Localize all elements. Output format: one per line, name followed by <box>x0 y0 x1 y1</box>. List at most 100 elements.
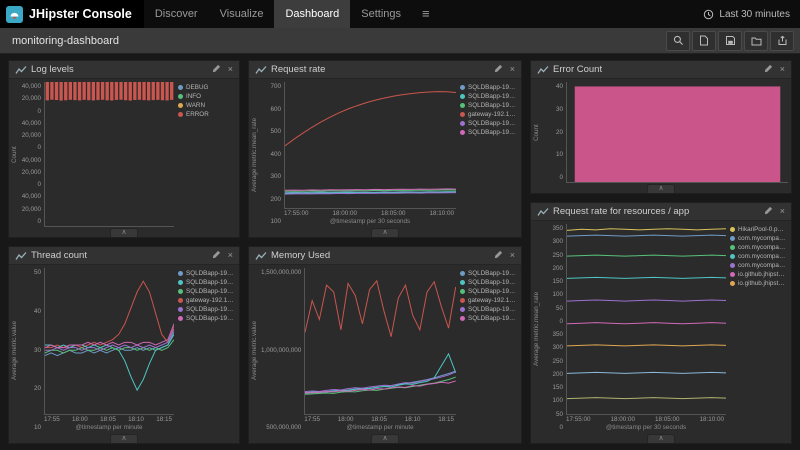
y-axis-ticks: 3503002502001501005003503002502001501005… <box>542 224 566 433</box>
legend-item[interactable]: com.mycompany.myap... <box>730 234 787 243</box>
y-tick: 0 <box>37 108 41 115</box>
legend-label: SQLDBapp-192.168.4... <box>468 314 517 323</box>
collapse-chevron-icon[interactable]: ∧ <box>371 228 398 237</box>
legend-item[interactable]: SQLDBapp-192.168.4... <box>178 305 235 314</box>
legend-item[interactable]: INFO <box>178 92 235 101</box>
close-icon[interactable]: × <box>510 251 515 260</box>
legend-swatch <box>730 236 735 241</box>
close-icon[interactable]: × <box>228 251 233 260</box>
dashboard-title[interactable]: monitoring-dashboard <box>6 35 125 47</box>
plot-column: 17:55:0018:00:0018:05:0018:10:00@timesta… <box>566 224 726 433</box>
panel-title: Thread count <box>31 250 208 261</box>
legend-item[interactable]: com.mycompany.myap... <box>730 252 787 261</box>
x-axis-label: @timestamp per minute <box>44 424 174 433</box>
legend-item[interactable]: DEBUG <box>178 83 235 92</box>
legend-item[interactable]: SQLDBapp-192.168.4... <box>460 287 517 296</box>
edit-icon[interactable] <box>764 64 773 75</box>
legend-swatch <box>460 289 465 294</box>
legend-item[interactable]: gateway-192.168.43... <box>178 296 235 305</box>
legend-label: INFO <box>186 92 201 101</box>
chart-icon <box>255 65 267 75</box>
x-tick: 17:55:00 <box>566 416 591 424</box>
x-tick: 18:00:00 <box>332 210 357 218</box>
y-tick: 30 <box>34 347 41 354</box>
panel-footer: ∧ <box>249 227 521 237</box>
collapse-chevron-icon[interactable]: ∧ <box>371 434 398 443</box>
legend-swatch <box>730 281 735 286</box>
legend-item[interactable]: SQLDBapp-192.168.4... <box>460 305 517 314</box>
menu-icon[interactable]: ≡ <box>412 0 440 28</box>
legend-item[interactable]: com.mycompany.myap... <box>730 243 787 252</box>
panel-header: Memory Used× <box>249 247 521 265</box>
x-tick: 18:05:00 <box>381 210 406 218</box>
legend-item[interactable]: SQLDBapp-192.168.4... <box>460 119 517 128</box>
panel-body: Average metric.value504030201017:5518:00… <box>9 265 239 433</box>
share-dashboard-button[interactable] <box>770 31 794 51</box>
legend-item[interactable]: SQLDBapp-192.168.4... <box>460 128 517 137</box>
y-tick: 20 <box>34 385 41 392</box>
close-icon[interactable]: × <box>228 65 233 74</box>
panel-controls: × <box>764 206 785 217</box>
legend: SQLDBapp-192.168.4...SQLDBapp-192.168.4.… <box>456 82 518 227</box>
legend-item[interactable]: gateway-192.168.43... <box>460 110 517 119</box>
collapse-chevron-icon[interactable]: ∧ <box>647 184 674 193</box>
y-tick: 0 <box>559 174 563 181</box>
edit-icon[interactable] <box>212 64 221 75</box>
close-icon[interactable]: × <box>780 65 785 74</box>
save-dashboard-button[interactable] <box>718 31 742 51</box>
collapse-chevron-icon[interactable]: ∧ <box>110 228 137 237</box>
edit-icon[interactable] <box>494 250 503 261</box>
legend-item[interactable]: HikariPool-0.pool.Wait <box>730 225 787 234</box>
plot-area <box>44 82 174 227</box>
search-button[interactable] <box>666 31 690 51</box>
legend-label: gateway-192.168.43... <box>468 110 517 119</box>
nav-item-dashboard[interactable]: Dashboard <box>274 0 350 28</box>
legend-item[interactable]: SQLDBapp-192.168.4... <box>460 83 517 92</box>
panel-log_levels: Log levels×Count40,00020,000040,00020,00… <box>8 60 240 238</box>
dashboard-toolbar: monitoring-dashboard <box>0 28 800 54</box>
top-navbar: JHipster Console Discover Visualize Dash… <box>0 0 800 28</box>
folder-icon <box>751 36 762 46</box>
legend-swatch <box>178 94 183 99</box>
brand[interactable]: JHipster Console <box>0 0 144 28</box>
close-icon[interactable]: × <box>780 207 785 216</box>
legend-item[interactable]: WARN <box>178 101 235 110</box>
collapse-chevron-icon[interactable]: ∧ <box>110 434 137 443</box>
brand-title: JHipster Console <box>29 7 132 21</box>
y-tick: 100 <box>552 291 563 298</box>
time-filter[interactable]: Last 30 minutes <box>693 0 800 28</box>
y-tick: 0 <box>37 218 41 225</box>
panel-footer: ∧ <box>9 227 239 237</box>
new-dashboard-button[interactable] <box>692 31 716 51</box>
legend-item[interactable]: ERROR <box>178 110 235 119</box>
legend-item[interactable]: gateway-192.168.43... <box>460 296 517 305</box>
legend-item[interactable]: SQLDBapp-192.168.4... <box>460 314 517 323</box>
legend-item[interactable]: SQLDBapp-192.168.4... <box>460 92 517 101</box>
save-icon <box>725 35 736 46</box>
nav-item-visualize[interactable]: Visualize <box>209 0 275 28</box>
legend-item[interactable]: SQLDBapp-192.168.4... <box>178 314 235 323</box>
legend-item[interactable]: SQLDBapp-192.168.4... <box>178 269 235 278</box>
collapse-chevron-icon[interactable]: ∧ <box>647 434 674 443</box>
legend-item[interactable]: SQLDBapp-192.168.4... <box>460 269 517 278</box>
legend-item[interactable]: io.github.jhipster.we... <box>730 270 787 279</box>
nav-item-settings[interactable]: Settings <box>350 0 412 28</box>
legend-item[interactable]: SQLDBapp-192.168.4... <box>178 287 235 296</box>
legend-item[interactable]: com.mycompany.myap... <box>730 261 787 270</box>
legend-item[interactable]: SQLDBapp-192.168.4... <box>178 278 235 287</box>
edit-icon[interactable] <box>494 64 503 75</box>
panel-title: Error Count <box>553 64 760 75</box>
legend-item[interactable]: io.github.jhipster.we... <box>730 279 787 288</box>
plot-area <box>44 268 174 415</box>
close-icon[interactable]: × <box>510 65 515 74</box>
legend-item[interactable]: SQLDBapp-192.168.4... <box>460 278 517 287</box>
chart-canvas <box>567 82 788 182</box>
edit-icon[interactable] <box>764 206 773 217</box>
x-tick: 18:10:00 <box>699 416 724 424</box>
load-dashboard-button[interactable] <box>744 31 768 51</box>
edit-icon[interactable] <box>212 250 221 261</box>
nav-item-discover[interactable]: Discover <box>144 0 209 28</box>
panel-controls: × <box>212 250 233 261</box>
legend-item[interactable]: SQLDBapp-192.168.4... <box>460 101 517 110</box>
panel-body: Average metric.value1,500,000,0001,000,0… <box>249 265 521 433</box>
